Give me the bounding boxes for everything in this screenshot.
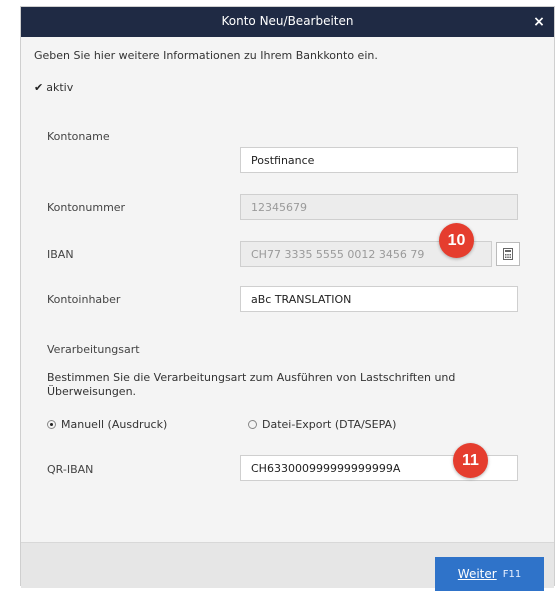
dialog-footer: Weiter F11 xyxy=(21,542,554,591)
kontoname-field[interactable]: Postfinance xyxy=(240,147,518,173)
kontoinhaber-value: aBc TRANSLATION xyxy=(251,292,352,306)
kontoinhaber-label: Kontoinhaber xyxy=(47,293,121,306)
dialog-title: Konto Neu/Bearbeiten xyxy=(221,14,354,28)
kontonummer-value: 12345679 xyxy=(251,200,307,214)
dialog-window: Konto Neu/Bearbeiten × Geben Sie hier we… xyxy=(20,6,555,591)
title-bar: Konto Neu/Bearbeiten × xyxy=(21,7,554,37)
weiter-button[interactable]: Weiter F11 xyxy=(435,557,544,591)
callout-badge-11: 11 xyxy=(453,443,488,478)
close-icon: × xyxy=(533,14,545,30)
kontoinhaber-field[interactable]: aBc TRANSLATION xyxy=(240,286,518,312)
iban-label: IBAN xyxy=(47,248,74,261)
radio-selected-icon xyxy=(47,420,56,429)
calculator-button[interactable] xyxy=(496,242,520,266)
kontoname-label: Kontoname xyxy=(47,130,110,143)
verarbeitungsart-description: Bestimmen Sie die Verarbeitungsart zum A… xyxy=(47,371,456,398)
iban-value: CH77 3335 5555 0012 3456 79 xyxy=(251,247,425,261)
intro-text: Geben Sie hier weitere Informationen zu … xyxy=(34,49,378,62)
kontonummer-label: Kontonummer xyxy=(47,201,126,214)
verarbeitungsart-title: Verarbeitungsart xyxy=(47,343,140,356)
weiter-label: Weiter xyxy=(457,567,497,581)
qriban-label: QR-IBAN xyxy=(47,463,94,476)
close-button[interactable]: × xyxy=(524,7,554,37)
callout-badge-10: 10 xyxy=(439,223,474,258)
checkmark-icon: ✔ xyxy=(34,81,44,94)
radio-manuell[interactable]: Manuell (Ausdruck) xyxy=(47,418,167,431)
kontoname-value: Postfinance xyxy=(251,153,315,167)
aktiv-label: aktiv xyxy=(46,81,74,94)
radio-manuell-label: Manuell (Ausdruck) xyxy=(61,418,168,431)
radio-datei-export-label: Datei-Export (DTA/SEPA) xyxy=(262,418,397,431)
kontonummer-field[interactable]: 12345679 xyxy=(240,194,518,220)
calculator-icon xyxy=(503,248,513,260)
radio-unselected-icon xyxy=(248,420,257,429)
radio-datei-export[interactable]: Datei-Export (DTA/SEPA) xyxy=(248,418,396,431)
weiter-shortcut: F11 xyxy=(502,568,522,580)
qriban-value: CH633000999999999999A xyxy=(251,461,401,475)
aktiv-checkbox[interactable]: ✔ aktiv xyxy=(34,81,73,94)
